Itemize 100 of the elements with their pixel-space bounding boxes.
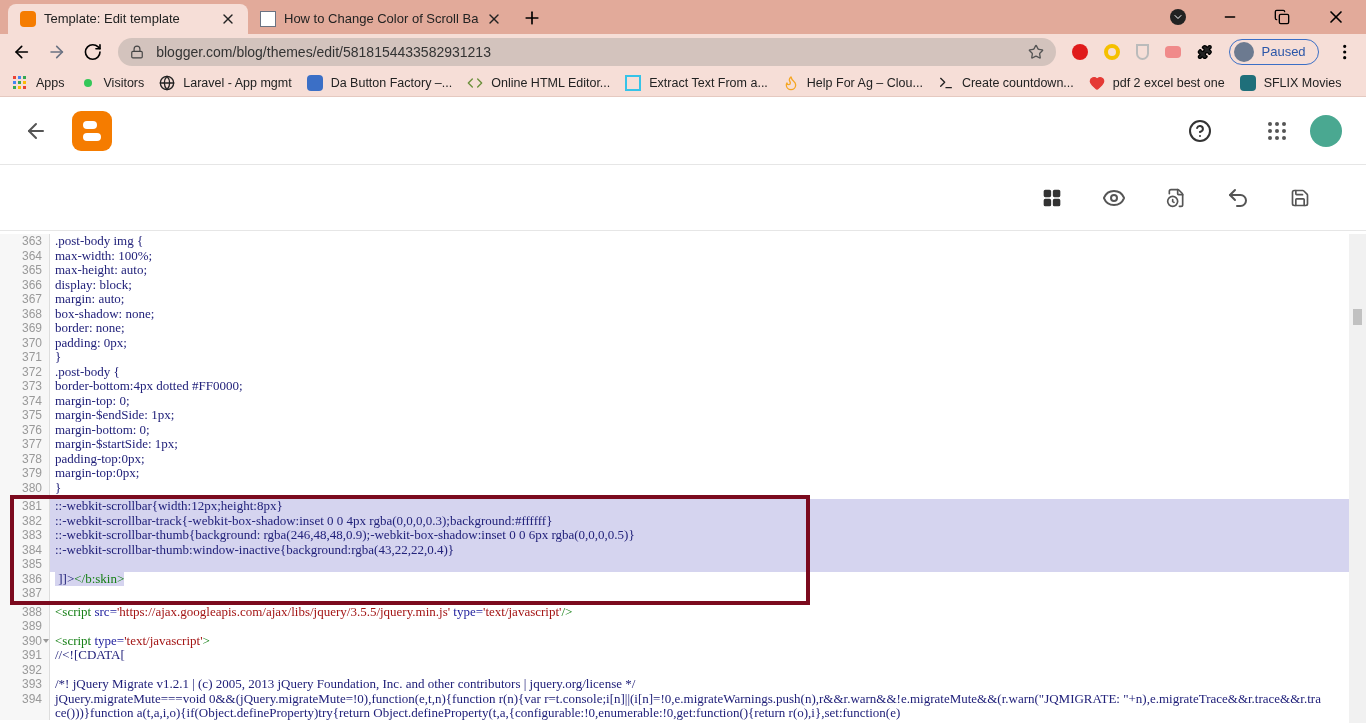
line-number: 379	[21, 466, 42, 481]
line-number: 376	[21, 422, 42, 437]
avatar-icon	[1233, 42, 1254, 62]
line-number: 384	[21, 542, 42, 557]
line-number: 364	[21, 248, 42, 263]
code-line: ::-webkit-scrollbar-thumb:window-inactive{background:rgba(43,22,22,0.4)}	[55, 541, 454, 557]
line-number: 369	[21, 321, 42, 336]
line-number: 378	[21, 451, 42, 466]
terminal-icon	[937, 75, 954, 91]
code-line: /*! jQuery Migrate v1.2.1 | (c) 2005, 2013 jQuery Foundation, Inc. and other contributors | jquery.org/license */	[55, 676, 636, 691]
help-icon[interactable]	[1188, 118, 1212, 143]
line-number: 391	[21, 648, 42, 663]
code-line: ::-webkit-scrollbar-track{-webkit-box-shadow:inset 0 0 4px rgba(0,0,0,0.3);background:#ffffff}	[55, 512, 553, 528]
tab-title: How to Change Color of Scroll Ba	[284, 10, 479, 29]
lock-icon	[130, 45, 145, 59]
code-line: max-height: auto;	[55, 262, 148, 277]
code-line: margin-$startSide: 1px;	[55, 436, 178, 451]
code-line: //<![CDATA[	[55, 647, 125, 662]
line-number: 382	[21, 513, 42, 528]
bookmark-item[interactable]: Apps	[12, 73, 65, 93]
code-line: padding: 0px;	[55, 334, 127, 350]
line-number: 387	[21, 586, 42, 601]
code-line: ::-webkit-scrollbar{width:12px;height:8px}	[55, 498, 283, 513]
line-number: 390	[21, 633, 42, 648]
line-number: 368	[21, 306, 42, 321]
code-line: }	[55, 349, 62, 364]
bookmark-item[interactable]: Laravel - App mgmt	[159, 73, 292, 93]
globe-icon	[159, 75, 176, 91]
bookmark-item[interactable]: Visitors	[79, 73, 145, 93]
line-number: 367	[21, 292, 42, 307]
code-line: padding-top:0px;	[55, 450, 145, 466]
code-line: display: block;	[55, 276, 132, 292]
fold-caret-icon[interactable]	[43, 638, 49, 643]
line-number: 388	[21, 604, 42, 619]
code-line: margin-$endSide: 1px;	[55, 407, 175, 422]
url-text: blogger.com/blog/themes/edit/5818154433582931213	[156, 42, 492, 62]
code-line: ::-webkit-scrollbar-thumb{background: rgba(246,48,48,0.9);-webkit-box-shadow:inset 0 0 6px rgba(0,0,0,0.5)}	[55, 527, 635, 542]
code-line: <script src='https://ajax.googleapis.com/ajax/libs/jquery/3.5.5/jquery.min.js' type='text/javascript'/>	[55, 603, 573, 619]
file-restore-icon[interactable]	[1166, 187, 1186, 208]
line-number: 394	[21, 691, 42, 706]
line-number: 363	[21, 234, 42, 249]
code-editor[interactable]	[0, 231, 1366, 723]
tab-search-icon[interactable]	[1170, 9, 1186, 25]
line-number: 373	[21, 379, 42, 394]
scrollbar[interactable]	[1349, 234, 1366, 723]
tab-title: Template: Edit template	[44, 10, 181, 29]
bookmark-item[interactable]: Extract Text From a...	[625, 73, 768, 93]
site-icon	[260, 11, 276, 27]
code-line: margin-top:0px;	[55, 465, 140, 480]
line-number: 365	[21, 263, 42, 278]
browser-tab[interactable]: How to Change Color of Scroll Ba	[248, 4, 515, 34]
apps-grid-icon[interactable]	[1268, 121, 1286, 140]
code-line: max-width: 100%;	[55, 247, 153, 263]
line-number: 366	[21, 277, 42, 292]
blogger-logo	[72, 110, 112, 151]
extensions-icon[interactable]	[1196, 44, 1213, 60]
line-number: 375	[21, 408, 42, 423]
line-number: 386	[21, 571, 42, 586]
code-line: .post-body img {	[55, 233, 144, 248]
browser-tab[interactable]: Template: Edit template	[8, 4, 248, 34]
heart-icon	[1088, 75, 1105, 91]
scrollbar-thumb[interactable]	[1353, 309, 1362, 325]
code-line: .post-body {	[55, 363, 120, 379]
code-line: margin-bottom: 0;	[55, 421, 150, 437]
line-number: 370	[21, 335, 42, 350]
line-number: 380	[21, 480, 42, 495]
line-number: 381	[21, 499, 42, 514]
reload-icon[interactable]	[82, 42, 103, 62]
line-number: 389	[21, 619, 42, 634]
address-bar[interactable]: blogger.com/blog/themes/edit/5818154433582931213	[118, 38, 1057, 66]
bookmark-item[interactable]: SFLIX Movies	[1239, 73, 1342, 93]
save-icon[interactable]	[1290, 187, 1310, 208]
blogger-icon	[20, 11, 36, 27]
line-number: 383	[21, 528, 42, 543]
code-line: }	[55, 479, 62, 495]
line-number: 385	[21, 557, 42, 572]
code-line: border-bottom:4px dotted #FF0000;	[55, 378, 243, 393]
widgets-icon[interactable]	[1042, 187, 1062, 208]
line-number: 377	[21, 437, 42, 452]
bookmark-item[interactable]: Online HTML Editor...	[467, 73, 611, 93]
code-line: margin: auto;	[55, 291, 125, 306]
line-number: 372	[21, 364, 42, 379]
code-line: <script type='text/javascript'>	[55, 632, 210, 648]
line-number: 374	[21, 393, 42, 408]
star-icon[interactable]	[1028, 44, 1045, 60]
code-line: jQuery.migrateMute===void 0&&(jQuery.migrateMute=!0),function(e,t,n){function r(n){var r=t.console;i[n]||(i[n]=!0,e.migrateWarnings.push(n),r&&r.warn&&!e.migrateMute&&(r.warn("JQMIGRATE: "+n),e.migrateTrace&&r.trace&&r.trace()))}function a(t,a,i,o){if(Object.defineProperty)try{return Object.defineProperty(t,a,{configurable:!0,enumerable:!0,get:function(){return r(o),i},set:function(e)	[55, 690, 1321, 720]
bookmark-item[interactable]: Help For Ag – Clou...	[782, 73, 923, 93]
bookmark-item[interactable]: pdf 2 excel best one	[1088, 73, 1225, 93]
code-line: box-shadow: none;	[55, 305, 155, 321]
code-line: border: none;	[55, 320, 125, 335]
avatar[interactable]	[1310, 114, 1342, 147]
restore-icon[interactable]	[1274, 9, 1290, 25]
line-number: 392	[21, 662, 42, 677]
code-line: margin-top: 0;	[55, 392, 130, 408]
line-number: 371	[21, 350, 42, 365]
apps-grid-icon	[12, 75, 28, 91]
bookmark-item[interactable]: Da Button Factory –...	[306, 73, 453, 93]
line-number: 393	[21, 677, 42, 692]
bookmark-item[interactable]: Create countdown...	[937, 73, 1074, 93]
code-icon	[467, 75, 484, 91]
